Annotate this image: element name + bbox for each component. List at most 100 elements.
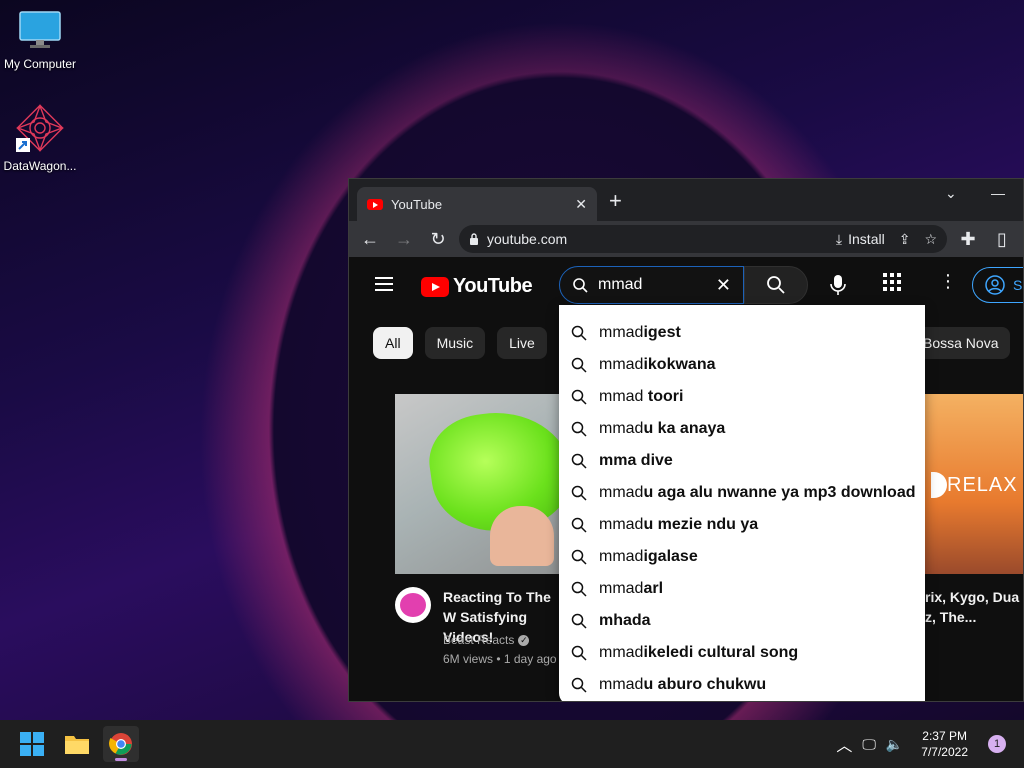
- suggestion-typed: mmad: [599, 548, 644, 565]
- date: 7/7/2022: [921, 745, 968, 759]
- suggestion-text: mmadu ka anaya: [599, 420, 725, 438]
- forward-icon[interactable]: →: [391, 229, 417, 250]
- suggestion-text: mmadu aga alu nwanne ya mp3 download: [599, 484, 916, 502]
- menu-icon[interactable]: [375, 277, 393, 295]
- taskbar: ︿ 🖵 🔈 2:37 PM 7/7/2022 1: [0, 720, 1024, 768]
- suggestion-text: mmadigest: [599, 324, 681, 342]
- suggestion-item[interactable]: mhada: [559, 605, 925, 637]
- chevron-down-icon[interactable]: ⌄: [945, 185, 957, 202]
- suggestion-typed: mmad: [599, 324, 644, 341]
- suggestion-item[interactable]: mmadu mezie ndu ya: [559, 509, 925, 541]
- suggestion-item[interactable]: mmadu aga alu nwanne ya mp3 download: [559, 477, 925, 509]
- suggestion-completion: toori: [643, 388, 684, 405]
- close-tab-icon[interactable]: ✕: [575, 196, 587, 213]
- lock-icon: [470, 233, 478, 245]
- channel-name[interactable]: Beast Reacts ✓: [443, 633, 530, 647]
- youtube-play-icon: [421, 276, 449, 297]
- extensions-icon[interactable]: ✚: [955, 229, 981, 250]
- chip-bossa-nova[interactable]: Bossa Nova: [911, 327, 1011, 359]
- datawagon-icon: [16, 104, 64, 152]
- suggestion-completion: u aburo chukwu: [643, 676, 767, 693]
- volume-icon[interactable]: 🔈: [886, 736, 903, 753]
- sun-shape: [931, 472, 947, 498]
- suggestion-typed: mmad: [599, 516, 644, 533]
- channel-avatar[interactable]: [395, 587, 431, 623]
- suggestion-completion: ikokwana: [643, 356, 716, 373]
- title-bar: YouTube ✕ + ⌄ —: [349, 179, 1023, 221]
- clear-search-icon[interactable]: ✕: [716, 275, 731, 296]
- hand-image: [490, 506, 554, 566]
- suggestion-text: mmad toori: [599, 388, 683, 406]
- suggestion-item[interactable]: mmadigalase: [559, 541, 925, 573]
- suggestion-item[interactable]: mmadu aburo chukwu: [559, 669, 925, 701]
- suggestion-item[interactable]: mmadigest: [559, 317, 925, 349]
- start-button[interactable]: [14, 726, 50, 762]
- new-tab-icon[interactable]: +: [609, 190, 622, 212]
- suggestion-typed: mmad: [599, 580, 644, 597]
- suggestion-item[interactable]: mmad toori: [559, 381, 925, 413]
- suggestion-completion: u aga alu nwanne ya mp3 download: [643, 484, 916, 501]
- thumbnail-text: RELAX: [947, 474, 1018, 496]
- suggestion-text: mmadikeledi cultural song: [599, 644, 798, 662]
- apps-grid-icon[interactable]: [883, 273, 901, 296]
- clock[interactable]: 2:37 PM 7/7/2022: [921, 728, 968, 760]
- youtube-logo[interactable]: YouTube: [421, 275, 533, 298]
- suggestion-text: mma dive: [599, 452, 673, 470]
- notification-badge[interactable]: 1: [988, 735, 1006, 753]
- back-icon[interactable]: ←: [357, 229, 383, 250]
- sign-in-button[interactable]: S: [972, 267, 1023, 303]
- search-suggestions-dropdown: mmadigest mmadikokwana mmad toori mmadu ka …: [559, 305, 925, 701]
- voice-search-button[interactable]: [819, 266, 857, 304]
- file-explorer-button[interactable]: [59, 726, 95, 762]
- video-title[interactable]: rix, Kygo, Dua z, The...: [925, 587, 1019, 627]
- more-options-icon[interactable]: ⋮: [939, 271, 957, 292]
- reload-icon[interactable]: ↻: [425, 229, 451, 250]
- install-icon: ⤓: [835, 230, 843, 247]
- suggestion-typed: mmad: [599, 484, 644, 501]
- search-icon: [571, 645, 587, 661]
- chevron-up-icon[interactable]: ︿: [836, 732, 852, 756]
- network-icon[interactable]: 🖵: [862, 736, 876, 753]
- browser-toolbar: ← → ↻ youtube.com ⤓ Install ⇪ ☆ ✚ ▯: [349, 221, 1023, 257]
- video-meta: 6M views • 1 day ago: [443, 652, 557, 666]
- minimize-icon[interactable]: —: [991, 185, 1005, 201]
- suggestion-item[interactable]: mmadikeledi cultural song: [559, 637, 925, 669]
- bookmark-star-icon[interactable]: ☆: [924, 231, 937, 248]
- suggestion-text: mmadu mezie ndu ya: [599, 516, 758, 534]
- chrome-window: YouTube ✕ + ⌄ — ← → ↻ youtube.com ⤓ Inst…: [348, 178, 1024, 702]
- address-bar[interactable]: youtube.com ⤓ Install ⇪ ☆: [459, 225, 947, 253]
- chip-music[interactable]: Music: [424, 327, 486, 359]
- account-icon: [985, 275, 1005, 295]
- search-icon: [767, 276, 785, 294]
- suggestion-typed: mmad: [599, 676, 644, 693]
- chip-all[interactable]: All: [373, 327, 413, 359]
- suggestion-typed: mmad: [599, 356, 644, 373]
- search-button[interactable]: [744, 266, 808, 304]
- search-icon: [571, 485, 587, 501]
- chip-live[interactable]: Live: [497, 327, 547, 359]
- suggestion-completion: mhada: [599, 612, 651, 629]
- video-thumbnail[interactable]: RELAX: [925, 394, 1023, 574]
- microphone-icon: [830, 275, 846, 295]
- share-icon[interactable]: ⇪: [899, 231, 911, 248]
- verified-check-icon: ✓: [518, 634, 530, 646]
- windows-logo-icon: [20, 732, 44, 756]
- search-icon: [571, 613, 587, 629]
- tab-title: YouTube: [391, 196, 443, 212]
- suggestion-text: mmadigalase: [599, 548, 698, 566]
- system-tray: ︿ 🖵 🔈 2:37 PM 7/7/2022 1: [836, 720, 1024, 768]
- suggestion-item[interactable]: mma dive: [559, 445, 925, 477]
- suggestion-item[interactable]: mmadikokwana: [559, 349, 925, 381]
- search-input[interactable]: mmad ✕: [559, 266, 744, 304]
- tab-youtube[interactable]: YouTube ✕: [357, 187, 597, 221]
- suggestion-item[interactable]: mmadu ka anaya: [559, 413, 925, 445]
- desktop-icon-datawagon[interactable]: DataWagon...: [0, 104, 80, 173]
- desktop-icon-label: DataWagon...: [3, 159, 77, 173]
- search-icon: [571, 453, 587, 469]
- side-panel-icon[interactable]: ▯: [989, 229, 1015, 250]
- logo-text: YouTube: [453, 275, 533, 297]
- install-button[interactable]: ⤓ Install: [836, 231, 885, 248]
- chrome-taskbar-button[interactable]: [103, 726, 139, 762]
- desktop-icon-my-computer[interactable]: My Computer: [0, 10, 80, 71]
- suggestion-item[interactable]: mmadarl: [559, 573, 925, 605]
